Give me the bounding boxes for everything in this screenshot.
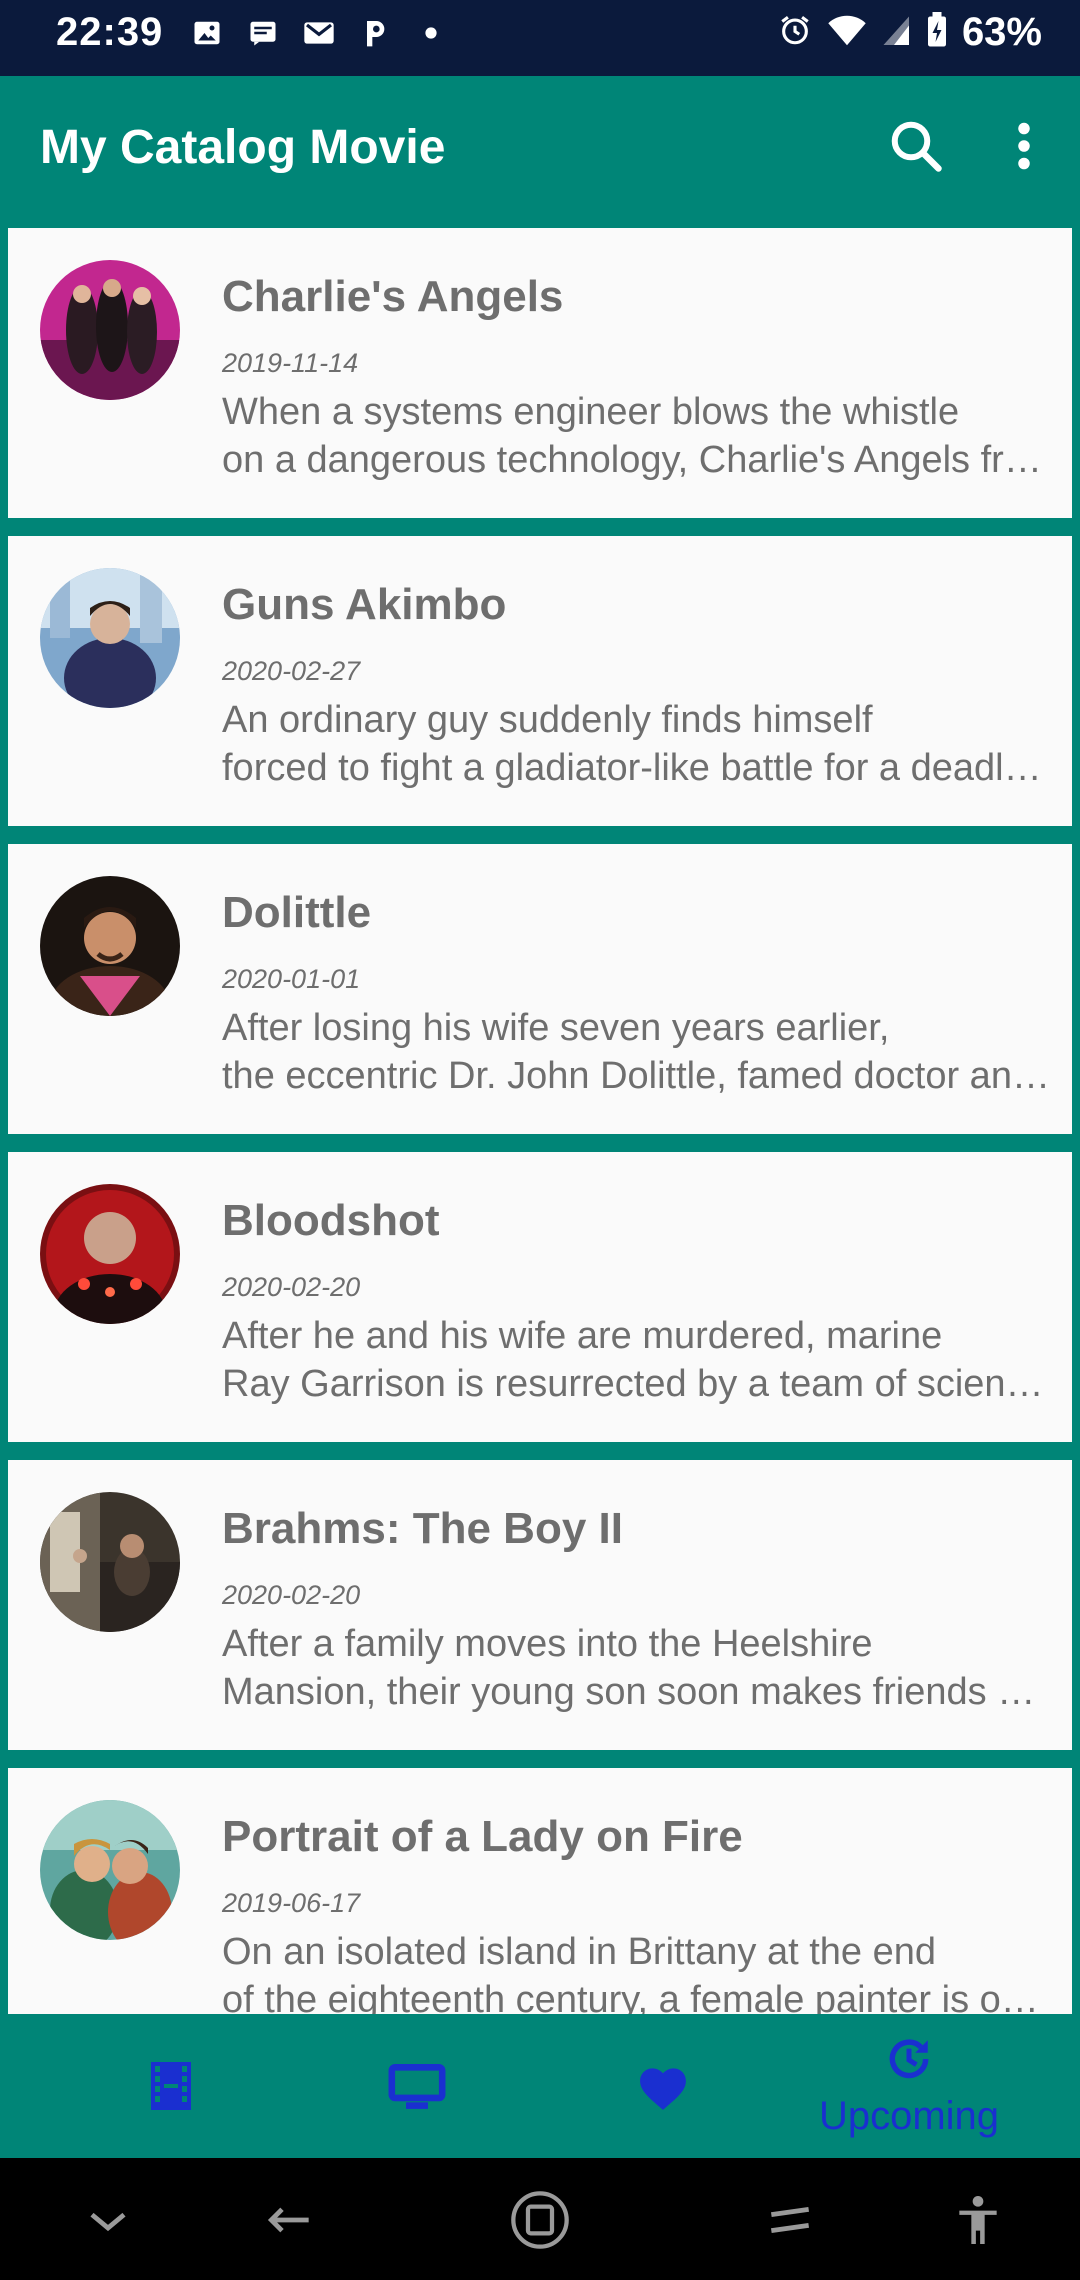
movie-card[interactable]: Guns Akimbo 2020-02-27 An ordinary guy s… (8, 536, 1072, 826)
image-notification-icon (190, 16, 224, 50)
accessibility-icon (959, 2196, 997, 2244)
movie-overview-line: the eccentric Dr. John Dolittle, famed d… (222, 1055, 1052, 1097)
film-icon (151, 2062, 191, 2110)
collapse-button[interactable] (76, 2188, 140, 2252)
movie-release-date: 2020-02-20 (222, 1580, 361, 1610)
recents-icon (770, 2206, 810, 2234)
movie-overview: After a family moves into the Heelshire … (222, 1620, 1052, 1716)
nav-favorite-tab[interactable] (540, 2014, 786, 2158)
search-button[interactable] (886, 116, 946, 176)
movie-card[interactable]: Bloodshot 2020-02-20 After he and his wi… (8, 1152, 1072, 1442)
movie-overview: An ordinary guy suddenly finds himself f… (222, 696, 1052, 792)
movie-title: Brahms: The Boy II (222, 1504, 623, 1553)
movie-title: Bloodshot (222, 1196, 440, 1245)
movie-overview-line: After a family moves into the Heelshire (222, 1623, 873, 1665)
movie-poster-thumbnail (40, 1800, 180, 1940)
system-navigation-bar (0, 2158, 1080, 2280)
movie-release-date: 2019-06-17 (222, 1888, 361, 1918)
nav-tv-tab[interactable] (294, 2014, 540, 2158)
movie-overview-line: Mansion, their young son soon makes frie… (222, 1671, 1052, 1713)
movie-poster-thumbnail (40, 260, 180, 400)
message-notification-icon (246, 16, 280, 50)
movie-card[interactable]: Dolittle 2020-01-01 After losing his wif… (8, 844, 1072, 1134)
movie-list[interactable]: Charlie's Angels 2019-11-14 When a syste… (0, 220, 1080, 2014)
movie-overview-line: After he and his wife are murdered, mari… (222, 1315, 943, 1357)
overflow-menu-button[interactable] (1000, 116, 1048, 176)
search-icon (891, 121, 942, 172)
movie-release-date: 2020-01-01 (222, 964, 361, 994)
heart-icon (640, 2068, 686, 2110)
back-button[interactable] (258, 2188, 322, 2252)
movie-title: Charlie's Angels (222, 272, 564, 321)
home-icon (511, 2191, 569, 2249)
tv-icon (388, 2064, 446, 2109)
movie-poster-thumbnail (40, 568, 180, 708)
wifi-icon (826, 13, 868, 52)
back-arrow-icon (267, 2207, 309, 2233)
movie-overview: When a systems engineer blows the whistl… (222, 388, 1052, 484)
movie-overview-line: on a dangerous technology, Charlie's Ang… (222, 439, 1052, 481)
movie-overview-line: On an isolated island in Brittany at the… (222, 1931, 937, 1973)
movie-card[interactable]: Charlie's Angels 2019-11-14 When a syste… (8, 228, 1072, 518)
movie-poster-thumbnail (40, 1184, 180, 1324)
system-status-icons: 63% (778, 10, 1042, 55)
bottom-navigation: Upcoming (0, 2014, 1080, 2158)
chevron-down-icon (90, 2212, 126, 2232)
movie-title: Guns Akimbo (222, 580, 507, 629)
more-vert-icon (1018, 122, 1030, 170)
app-title: My Catalog Movie (40, 121, 446, 174)
movie-overview: After losing his wife seven years earlie… (222, 1004, 1052, 1100)
home-button[interactable] (508, 2188, 572, 2252)
status-bar: 22:39 63% (0, 0, 1080, 76)
movie-overview: After he and his wife are murdered, mari… (222, 1312, 1052, 1408)
status-time: 22:39 (56, 10, 164, 54)
cell-signal-icon (882, 13, 912, 52)
notification-icons (190, 16, 448, 50)
movie-title: Portrait of a Lady on Fire (222, 1812, 743, 1861)
movie-card[interactable]: Portrait of a Lady on Fire 2019-06-17 On… (8, 1768, 1072, 2014)
movie-poster-thumbnail (40, 876, 180, 1016)
recents-button[interactable] (758, 2188, 822, 2252)
battery-percentage: 63% (961, 10, 1042, 54)
movie-overview-line: of the eighteenth century, a female pain… (222, 1979, 1052, 2014)
movie-overview-line: Ray Garrison is resurrected by a team of… (222, 1363, 1052, 1405)
accessibility-button[interactable] (946, 2188, 1010, 2252)
movie-overview-line: forced to fight a gladiator-like battle … (222, 747, 1052, 789)
history-icon (889, 2039, 929, 2079)
movie-overview: On an isolated island in Brittany at the… (222, 1928, 1052, 2014)
movie-poster-thumbnail (40, 1492, 180, 1632)
gmail-notification-icon (302, 16, 336, 50)
movie-release-date: 2020-02-27 (222, 656, 361, 686)
nav-upcoming-label: Upcoming (818, 2094, 1000, 2138)
p-app-notification-icon (358, 16, 392, 50)
nav-movies-tab[interactable] (48, 2014, 294, 2158)
movie-card[interactable]: Brahms: The Boy II 2020-02-20 After a fa… (8, 1460, 1072, 1750)
movie-release-date: 2020-02-20 (222, 1272, 361, 1302)
movie-overview-line: When a systems engineer blows the whistl… (222, 391, 960, 433)
alarm-icon (778, 13, 812, 52)
nav-upcoming-tab[interactable]: Upcoming (786, 2014, 1032, 2158)
more-notifications-dot-icon (414, 16, 448, 50)
movie-overview-line: After losing his wife seven years earlie… (222, 1007, 890, 1049)
movie-release-date: 2019-11-14 (222, 348, 359, 378)
battery-charging-icon (926, 12, 948, 53)
movie-overview-line: An ordinary guy suddenly finds himself (222, 699, 873, 741)
movie-title: Dolittle (222, 888, 372, 937)
